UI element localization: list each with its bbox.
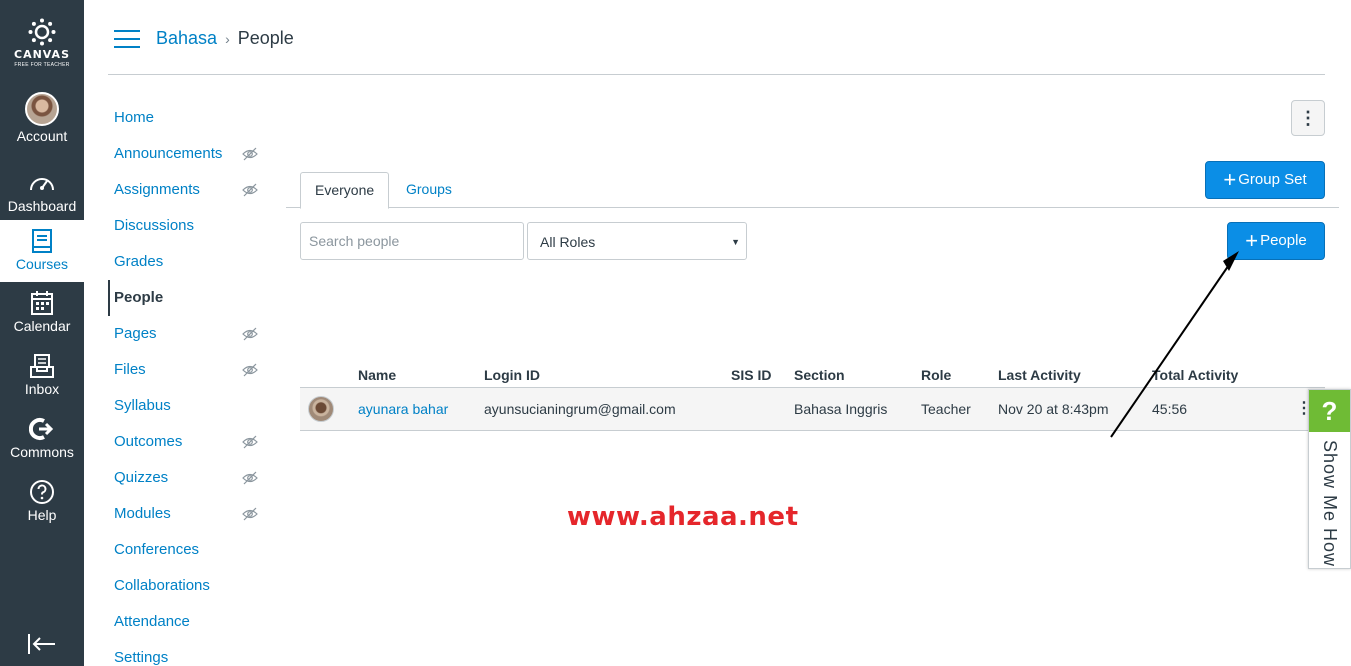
gnav-inbox[interactable]: Inbox: [0, 353, 84, 415]
course-nav-item-pages[interactable]: Pages: [108, 316, 278, 352]
logo-wordmark: CANVAS: [14, 48, 70, 61]
avatar: [308, 396, 334, 422]
breadcrumb-separator: ›: [225, 31, 230, 47]
dashboard-icon: [30, 178, 54, 191]
search-people-input[interactable]: [300, 222, 524, 260]
watermark-text: www.ahzaa.net: [567, 502, 799, 532]
column-header[interactable]: Section: [794, 367, 845, 383]
course-nav-label: Discussions: [114, 217, 195, 234]
eye-slash-icon: [242, 471, 258, 485]
course-nav-item-grades[interactable]: Grades: [108, 244, 278, 280]
course-nav-item-modules[interactable]: Modules: [108, 496, 278, 532]
gnav-help[interactable]: Help: [0, 479, 84, 541]
annotation-arrow: [1110, 251, 1239, 438]
course-nav-item-outcomes[interactable]: Outcomes: [108, 424, 278, 460]
course-nav-label: Modules: [114, 505, 171, 522]
course-nav-label: Quizzes: [114, 469, 169, 486]
course-nav-label: Syllabus: [114, 397, 171, 414]
role-cell: Teacher: [921, 401, 971, 417]
course-nav-label: People: [114, 289, 164, 306]
course-nav-label: Grades: [114, 253, 164, 270]
column-header[interactable]: Login ID: [484, 367, 540, 383]
course-nav-label: Pages: [114, 325, 157, 342]
global-nav: CANVAS FREE FOR TEACHER Account Dashboar…: [0, 0, 84, 666]
eye-slash-icon: [242, 183, 258, 197]
gnav-account-label: Account: [16, 128, 68, 144]
canvas-logo-icon: [28, 18, 56, 46]
gnav-dashboard-label: Dashboard: [7, 198, 77, 214]
column-header[interactable]: SIS ID: [731, 367, 771, 383]
hamburger-menu-icon[interactable]: [114, 30, 140, 50]
login-id-cell: ayunsucianingrum@gmail.com: [484, 401, 676, 417]
course-nav-item-settings[interactable]: Settings: [108, 640, 278, 666]
course-nav-label: Announcements: [114, 145, 223, 162]
course-nav-item-people[interactable]: People: [108, 280, 278, 316]
user-name-link[interactable]: ayunara bahar: [358, 401, 448, 417]
people-tabs: Everyone Groups: [286, 172, 1339, 209]
collapse-nav-icon[interactable]: [26, 632, 58, 656]
gnav-calendar[interactable]: Calendar: [0, 290, 84, 352]
caret-down-icon: ▼: [731, 237, 740, 247]
column-header[interactable]: Last Activity: [998, 367, 1081, 383]
inbox-icon: [30, 354, 54, 378]
course-nav-label: Conferences: [114, 541, 200, 558]
column-header[interactable]: Role: [921, 367, 951, 383]
course-nav-label: Settings: [114, 649, 169, 666]
gnav-commons-label: Commons: [10, 444, 74, 460]
course-nav-label: Assignments: [114, 181, 200, 198]
course-nav-label: Home: [114, 109, 155, 126]
course-nav-item-files[interactable]: Files: [108, 352, 278, 388]
plus-icon: +: [1245, 228, 1259, 254]
breadcrumb: Bahasa › People: [156, 28, 294, 49]
gnav-courses[interactable]: Courses: [0, 220, 84, 282]
column-header[interactable]: Name: [358, 367, 396, 383]
course-nav-item-announcements[interactable]: Announcements: [108, 136, 278, 172]
course-nav-item-home[interactable]: Home: [108, 100, 278, 136]
eye-slash-icon: [242, 363, 258, 377]
last-activity-cell: Nov 20 at 8:43pm: [998, 401, 1109, 417]
logo-tagline: FREE FOR TEACHER: [14, 62, 70, 68]
gnav-account[interactable]: Account: [0, 92, 84, 154]
course-nav-label: Files: [114, 361, 146, 378]
add-people-label: People: [1260, 232, 1307, 249]
more-options-button[interactable]: ⋮: [1291, 100, 1325, 136]
gnav-inbox-label: Inbox: [24, 381, 60, 397]
course-nav-label: Collaborations: [114, 577, 210, 594]
question-mark-icon: ?: [1309, 390, 1350, 432]
breadcrumb-course-link[interactable]: Bahasa: [156, 28, 217, 48]
canvas-logo[interactable]: CANVAS FREE FOR TEACHER: [0, 18, 84, 68]
course-nav-item-discussions[interactable]: Discussions: [108, 208, 278, 244]
show-me-how-label: Show Me How: [1320, 440, 1340, 568]
page-header: Bahasa › People: [108, 0, 1325, 75]
course-nav-item-syllabus[interactable]: Syllabus: [108, 388, 278, 424]
course-nav-label: Outcomes: [114, 433, 183, 450]
course-nav-item-assignments[interactable]: Assignments: [108, 172, 278, 208]
section-cell: Bahasa Inggris: [794, 401, 888, 417]
gnav-commons[interactable]: Commons: [0, 416, 84, 478]
course-nav-item-quizzes[interactable]: Quizzes: [108, 460, 278, 496]
course-nav-item-collaborations[interactable]: Collaborations: [108, 568, 278, 604]
gnav-help-label: Help: [27, 507, 57, 523]
commons-icon: [29, 418, 54, 440]
eye-slash-icon: [242, 507, 258, 521]
course-nav-label: Attendance: [114, 613, 190, 630]
tab-groups[interactable]: Groups: [392, 172, 466, 208]
help-icon: [30, 480, 54, 504]
course-nav-item-attendance[interactable]: Attendance: [108, 604, 278, 640]
avatar: [25, 92, 59, 126]
course-nav: Home Announcements Assignments Discussions G…: [108, 100, 278, 666]
tab-everyone[interactable]: Everyone: [300, 172, 390, 209]
book-icon: [32, 229, 52, 253]
course-nav-item-conferences[interactable]: Conferences: [108, 532, 278, 568]
calendar-icon: [31, 291, 53, 315]
role-filter-select[interactable]: All Roles ▼: [527, 222, 747, 260]
breadcrumb-current: People: [237, 28, 294, 48]
gnav-courses-label: Courses: [15, 256, 69, 272]
eye-slash-icon: [242, 327, 258, 341]
show-me-how-tab[interactable]: ? Show Me How: [1308, 389, 1351, 569]
eye-slash-icon: [242, 435, 258, 449]
eye-slash-icon: [242, 147, 258, 161]
role-filter-value: All Roles: [540, 234, 596, 250]
gnav-calendar-label: Calendar: [13, 318, 71, 334]
